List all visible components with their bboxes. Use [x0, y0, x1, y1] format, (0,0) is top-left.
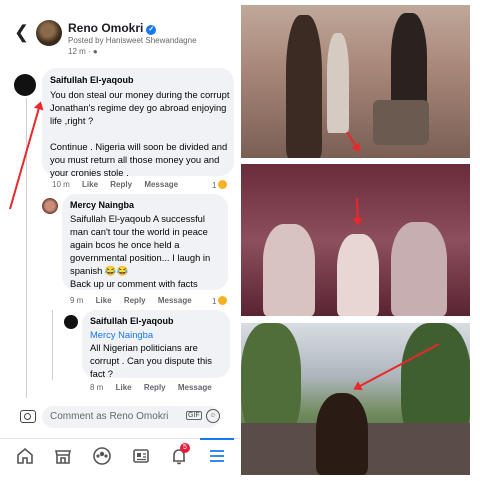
haha-reaction-icon [218, 180, 228, 189]
reply-button[interactable]: Reply [124, 296, 146, 305]
reaction-count[interactable]: 1 [212, 180, 228, 190]
reply-text: All Nigerian politicians are corrupt . C… [90, 342, 212, 379]
reaction-count[interactable]: 1 [212, 296, 228, 306]
commenter-name[interactable]: Saifullah El-yaqoub [90, 316, 174, 326]
news-icon[interactable] [130, 445, 152, 467]
post-header: ❮ Reno Omokri ✓ Posted by Hanisweet Shewa… [0, 0, 240, 60]
like-button[interactable]: Like [82, 180, 98, 189]
globe-icon: ● [92, 47, 98, 56]
facebook-comments-screenshot: ❮ Reno Omokri ✓ Posted by Hanisweet Shewa… [0, 0, 240, 480]
photo-collage [241, 0, 480, 480]
post-time: 12 m · ● [68, 47, 98, 56]
back-arrow-icon[interactable]: ❮ [14, 22, 29, 43]
message-button[interactable]: Message [178, 383, 212, 392]
comment-time: 10 m [52, 180, 70, 189]
like-button[interactable]: Like [116, 383, 132, 392]
person-figure [391, 222, 447, 316]
reply-time: 9 m [70, 296, 84, 305]
emoji-icon[interactable]: ☺ [206, 409, 220, 423]
reply-bubble: Saifullah El-yaqoub Mercy Naingba All Ni… [82, 310, 230, 379]
red-arrow-annotation [356, 197, 359, 225]
reply-actions: 9 m Like Reply Message [70, 296, 202, 305]
boy-figure [327, 33, 349, 133]
groups-icon[interactable] [91, 445, 113, 467]
replier-name[interactable]: Mercy Naingba [70, 200, 134, 210]
reply-bubble: Mercy Naingba Saifullah El-yaqoub A succ… [62, 194, 228, 290]
child-figure [337, 234, 379, 316]
man-figure [286, 15, 322, 158]
message-button[interactable]: Message [144, 180, 178, 189]
home-icon[interactable] [14, 445, 36, 467]
commenter-avatar[interactable] [64, 315, 78, 329]
active-tab-indicator [200, 438, 234, 440]
verified-badge-icon: ✓ [146, 25, 157, 35]
like-button[interactable]: Like [96, 296, 112, 305]
camera-icon[interactable] [20, 410, 36, 423]
comment-bubble: Saifullah El-yaqoub You don steal our mo… [42, 68, 234, 178]
posted-by: Posted by Hanisweet Shewandagne [68, 36, 197, 45]
marketplace-icon[interactable] [52, 445, 74, 467]
vintage-photo-group [241, 164, 470, 316]
comment-text: You don steal our money during the corru… [50, 89, 230, 178]
man-portrait [316, 393, 368, 475]
message-button[interactable]: Message [158, 296, 192, 305]
reply-text: Saifullah El-yaqoub A successful man can… [70, 213, 211, 289]
reply-button[interactable]: Reply [110, 180, 132, 189]
commenter-avatar[interactable] [14, 74, 36, 96]
haha-reaction-icon [218, 296, 228, 305]
gif-button[interactable]: GIF [186, 411, 202, 420]
stroller-shape [373, 100, 429, 145]
thread-line [52, 310, 53, 380]
comment-actions: 10 m Like Reply Message [52, 180, 188, 189]
person-figure [263, 224, 315, 316]
notification-badge: 5 [180, 443, 190, 453]
mention-link[interactable]: Mercy Naingba [90, 328, 153, 341]
author-name[interactable]: Reno Omokri ✓ [68, 21, 157, 35]
bottom-nav: 5 [0, 438, 240, 481]
replier-avatar[interactable] [42, 198, 58, 214]
reply-button[interactable]: Reply [144, 383, 166, 392]
comment-composer: Comment as Reno Omokri GIF ☺ [0, 400, 240, 436]
commenter-name[interactable]: Saifullah El-yaqoub [50, 75, 134, 85]
photo-city-crowd [241, 323, 470, 475]
red-arrow-annotation [346, 131, 360, 152]
reply-time: 8 m [90, 383, 104, 392]
reply-actions: 8 m Like Reply Message [90, 383, 222, 392]
author-avatar[interactable] [36, 20, 62, 46]
menu-icon[interactable] [206, 445, 228, 467]
vintage-photo-street [241, 5, 470, 158]
